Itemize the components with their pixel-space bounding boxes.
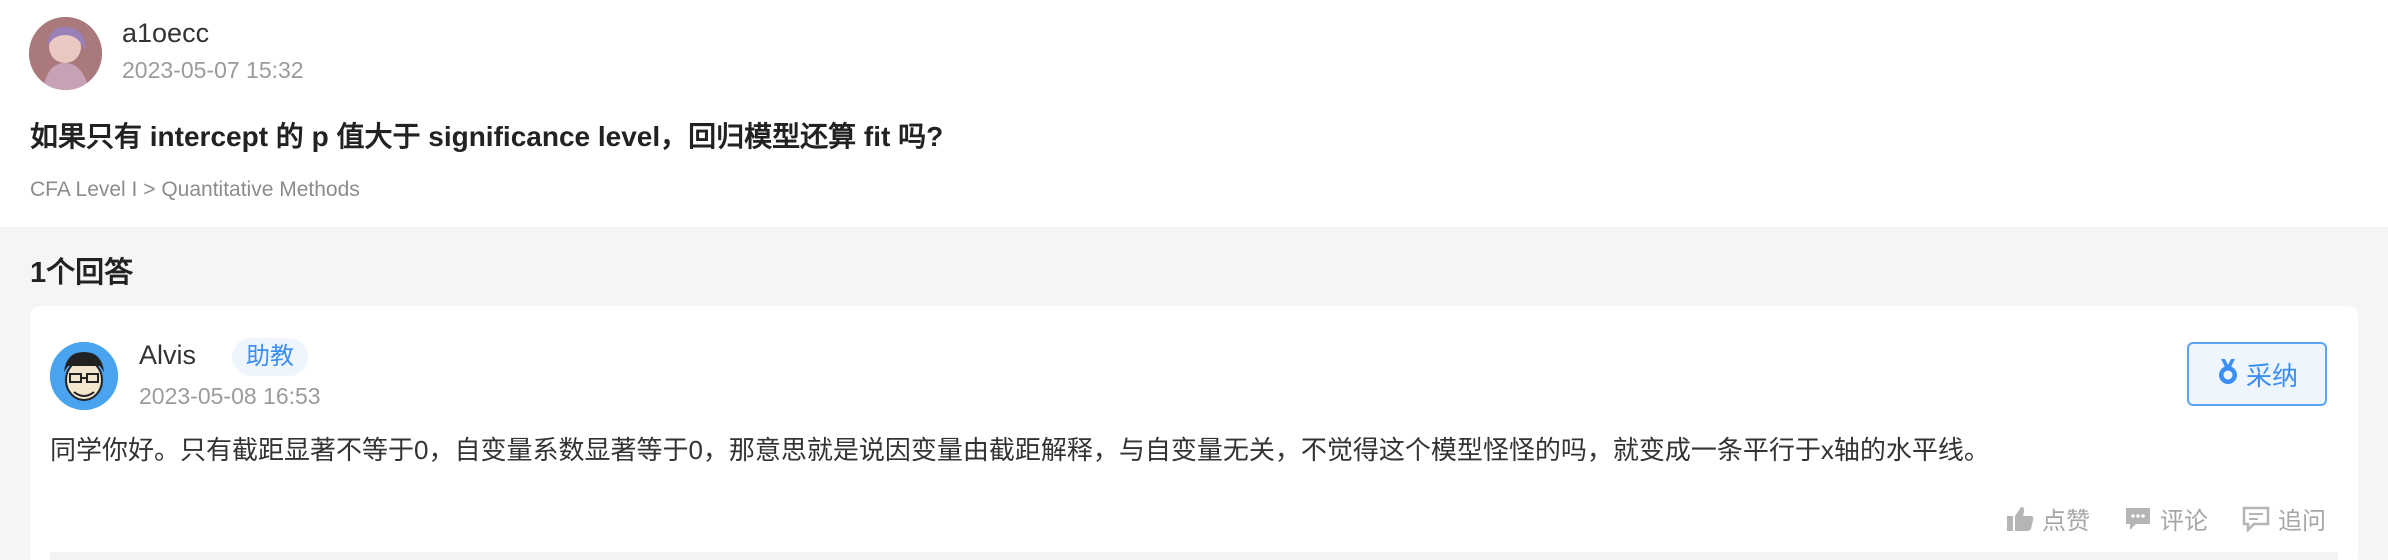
avatar[interactable]: [29, 17, 102, 90]
thumbs-up-icon: [2006, 506, 2034, 532]
user-avatar-image: [29, 17, 102, 90]
answer-card: Alvis 助教 2023-05-08 16:53 采纳 同学你好。只有截距显著…: [30, 306, 2358, 560]
accept-button[interactable]: 采纳: [2187, 342, 2327, 406]
question-section: a1oecc 2023-05-07 15:32 如果只有 intercept 的…: [0, 0, 2388, 227]
answer-timestamp: 2023-05-08 16:53: [139, 383, 321, 409]
follow-up-icon: [2242, 506, 2270, 532]
answers-section: 1个回答 Alvis 助教 2023-05-08 16:53 采纳 同学你好。只…: [0, 227, 2388, 560]
like-button[interactable]: 点赞: [2006, 501, 2090, 536]
role-badge: 助教: [232, 338, 308, 376]
answers-count: 1个回答: [30, 257, 134, 289]
question-timestamp: 2023-05-07 15:32: [122, 57, 304, 83]
comment-button[interactable]: 评论: [2124, 501, 2208, 536]
comment-icon: [2124, 506, 2152, 532]
accept-label: 采纳: [2245, 360, 2298, 391]
question-title: 如果只有 intercept 的 p 值大于 significance leve…: [30, 121, 944, 152]
answer-actions: 点赞 评论 追问: [2006, 501, 2326, 536]
follow-up-button[interactable]: 追问: [2242, 501, 2326, 536]
comment-area: [50, 552, 2338, 560]
answer-username[interactable]: Alvis: [139, 340, 196, 371]
medal-icon: [2216, 357, 2240, 392]
answer-content: 同学你好。只有截距显著不等于0，自变量系数显著等于0，那意思就是说因变量由截距解…: [50, 435, 1990, 465]
question-username[interactable]: a1oecc: [122, 18, 209, 49]
comment-label: 评论: [2160, 508, 2208, 535]
tutor-avatar-image: [50, 342, 118, 410]
breadcrumb[interactable]: CFA Level I > Quantitative Methods: [30, 178, 360, 202]
like-label: 点赞: [2042, 508, 2090, 535]
avatar[interactable]: [50, 342, 118, 410]
follow-up-label: 追问: [2278, 508, 2326, 535]
